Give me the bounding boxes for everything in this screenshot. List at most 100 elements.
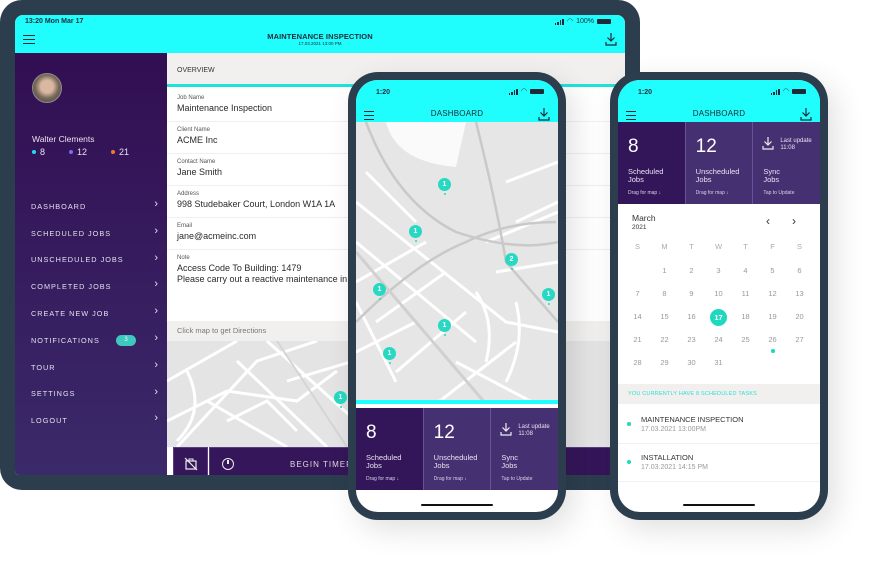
tile-sync-jobs[interactable]: Last update 11:08 Sync Jobs Tap to Update	[491, 408, 558, 490]
last-update-time: 11:08	[518, 431, 533, 437]
task-item[interactable]: INSTALLATION 17.03.2021 14:15 PM	[618, 444, 820, 482]
calendar-day[interactable]: 9	[678, 286, 705, 309]
day-number: 8	[662, 289, 667, 298]
calendar-day[interactable]: 19	[759, 309, 786, 332]
calendar-day[interactable]: 15	[651, 309, 678, 332]
calendar-day[interactable]: 30	[678, 355, 705, 378]
calendar-day[interactable]: 24	[705, 332, 732, 355]
sidebar-item-notifications[interactable]: NOTIFICATIONS 3 ›	[15, 327, 167, 354]
calendar-day[interactable]: 11	[732, 286, 759, 309]
calendar-day[interactable]: 18	[732, 309, 759, 332]
calendar-day-with-event[interactable]: 26	[759, 332, 786, 355]
avatar[interactable]	[32, 73, 62, 103]
calendar-day[interactable]: 3	[705, 263, 732, 286]
weekday-header: W	[714, 242, 723, 251]
tile-count: 8	[628, 136, 639, 157]
sidebar: Walter Clements 8 12 21 DASHBOARD › SCHED…	[15, 53, 167, 475]
chevron-right-icon[interactable]: ›	[792, 214, 796, 228]
calendar-day[interactable]: 20	[786, 309, 813, 332]
calendar-day[interactable]: 4	[732, 263, 759, 286]
download-icon[interactable]	[605, 32, 617, 46]
task-item[interactable]: MAINTENANCE INSPECTION 17.03.2021 13:00P…	[618, 406, 820, 444]
map-pin[interactable]: 1	[334, 391, 347, 408]
calendar-day[interactable]: 16	[678, 309, 705, 332]
calendar-day[interactable]: 29	[651, 355, 678, 378]
day-number: 18	[741, 312, 750, 321]
calendar-day[interactable]: 31	[705, 355, 732, 378]
no-camera-button[interactable]	[173, 447, 208, 475]
notification-badge: 3	[116, 334, 136, 346]
nav-label: CREATE NEW JOB	[31, 309, 110, 319]
map-pin[interactable]: 1	[438, 178, 451, 195]
sidebar-item-scheduled-jobs[interactable]: SCHEDULED JOBS ›	[15, 220, 167, 247]
calendar-day[interactable]: 28	[624, 355, 651, 378]
map-pin[interactable]: 1	[409, 225, 422, 242]
calendar-year: 2021	[632, 224, 647, 231]
tile-label-line2: Jobs	[628, 175, 644, 184]
download-icon[interactable]	[538, 107, 550, 121]
map-pin[interactable]: 2	[505, 253, 518, 270]
purple-dot-icon	[69, 150, 74, 154]
calendar-day[interactable]: 22	[651, 332, 678, 355]
calendar-day[interactable]: 1	[651, 263, 678, 286]
last-update: Last update 11:08	[518, 424, 549, 438]
calendar-day[interactable]: 27	[786, 332, 813, 355]
calendar-day[interactable]: 23	[678, 332, 705, 355]
sidebar-item-completed-jobs[interactable]: COMPLETED JOBS ›	[15, 273, 167, 300]
calendar-day[interactable]: 2	[678, 263, 705, 286]
calendar-day[interactable]: 21	[624, 332, 651, 355]
tile-label: Scheduled Jobs	[628, 168, 688, 184]
weekday-header: M	[661, 242, 668, 251]
calendar-day[interactable]: 10	[705, 286, 732, 309]
calendar-day[interactable]: 8	[651, 286, 678, 309]
calendar-day[interactable]: 14	[624, 309, 651, 332]
day-number: 5	[770, 266, 775, 275]
sidebar-item-settings[interactable]: SETTINGS ›	[15, 381, 167, 408]
map-pin[interactable]: 1	[383, 347, 396, 364]
task-dot-icon	[627, 460, 631, 464]
calendar-day[interactable]: 25	[732, 332, 759, 355]
map-pin[interactable]: 1	[438, 319, 451, 336]
day-number: 7	[635, 289, 640, 298]
day-number: 22	[660, 335, 669, 344]
chevron-left-icon[interactable]: ‹	[766, 214, 770, 228]
page-subtitle: 17.03.2021 13:00 PM	[298, 41, 342, 46]
sidebar-item-tour[interactable]: TOUR ›	[15, 354, 167, 381]
tile-label-line2: Jobs	[366, 461, 382, 470]
sidebar-item-logout[interactable]: LOGOUT ›	[15, 407, 167, 434]
jobs-map[interactable]: 1 1 2 1 1 1 1	[356, 122, 558, 404]
sidebar-item-unscheduled-jobs[interactable]: UNSCHEDULED JOBS ›	[15, 247, 167, 274]
sidebar-item-dashboard[interactable]: DASHBOARD ›	[15, 193, 167, 220]
sidebar-item-create-new-job[interactable]: CREATE NEW JOB ›	[15, 300, 167, 327]
summary-tiles: 8 Scheduled Jobs Drag for map ↓ 12 Unsche…	[356, 408, 558, 490]
calendar-day[interactable]: 12	[759, 286, 786, 309]
chevron-right-icon: ›	[154, 305, 158, 318]
calendar-day[interactable]: 13	[786, 286, 813, 309]
status-indicators: ◠	[770, 88, 806, 95]
tile-hint: Tap to Update	[501, 476, 533, 482]
map-pin[interactable]: 1	[373, 283, 386, 300]
timer-icon	[222, 458, 234, 470]
cyan-dot-icon	[32, 150, 36, 154]
task-title: MAINTENANCE INSPECTION	[641, 415, 744, 424]
begin-timer-label: BEGIN TIMER	[290, 460, 353, 469]
calendar-day[interactable]: 7	[624, 286, 651, 309]
user-stats: 8 12 21	[32, 147, 129, 157]
tile-sync-jobs[interactable]: Last update 11:08 Sync Jobs Tap to Update	[753, 122, 820, 204]
tile-unscheduled-jobs[interactable]: 12 Unscheduled Jobs Drag for map ↓	[423, 408, 494, 490]
tile-scheduled-jobs[interactable]: 8 Scheduled Jobs Drag for map ↓	[618, 122, 686, 204]
day-number: 10	[714, 289, 723, 298]
tile-scheduled-jobs[interactable]: 8 Scheduled Jobs Drag for map ↓	[356, 408, 424, 490]
battery-icon	[597, 19, 611, 24]
nav-label: COMPLETED JOBS	[31, 282, 112, 292]
download-icon[interactable]	[800, 107, 812, 121]
calendar-day[interactable]: 6	[786, 263, 813, 286]
tile-unscheduled-jobs[interactable]: 12 Unscheduled Jobs Drag for map ↓	[685, 122, 754, 204]
chevron-right-icon: ›	[154, 278, 158, 291]
chevron-right-icon: ›	[154, 224, 158, 237]
calendar-day[interactable]: 5	[759, 263, 786, 286]
tile-label: Unscheduled Jobs	[434, 454, 494, 470]
calendar-day-selected[interactable]: 17	[705, 309, 732, 332]
map-pin[interactable]: 1	[542, 288, 555, 305]
chevron-right-icon: ›	[154, 251, 158, 264]
